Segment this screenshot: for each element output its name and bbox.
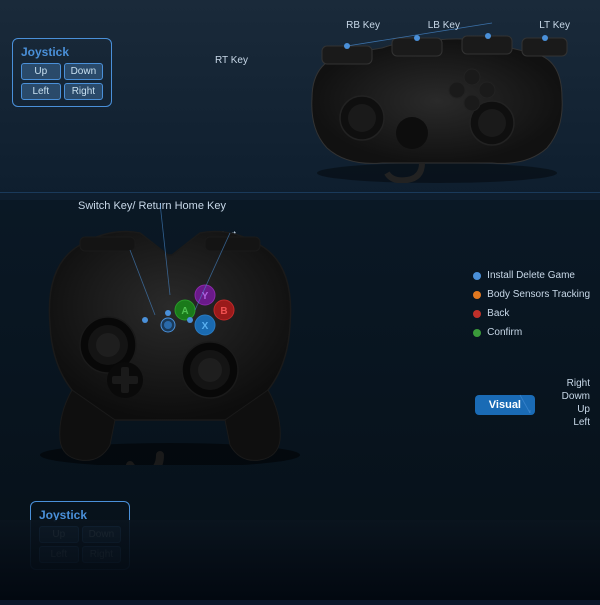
key-down-top: Down	[64, 63, 104, 80]
platform-base	[0, 520, 600, 600]
legend-body-label: Body Sensors Tracking	[487, 289, 590, 300]
joystick-box-top: Joystick Up Down Left Right	[12, 38, 112, 107]
right-label-right: Right	[567, 378, 590, 389]
dot-blue	[473, 272, 481, 280]
legend-install-label: Install Delete Game	[487, 270, 575, 281]
controller-top-view	[292, 18, 582, 183]
right-label-dowm: Dowm	[562, 391, 590, 402]
legend-install: Install Delete Game	[473, 270, 590, 281]
legend-confirm: Confirm	[473, 327, 590, 338]
legend-confirm-label: Confirm	[487, 327, 522, 338]
svg-text:A: A	[181, 306, 188, 317]
key-right-top: Right	[64, 83, 104, 100]
svg-text:B: B	[220, 306, 227, 317]
dot-orange	[473, 291, 481, 299]
rt-key-label: RT Key	[215, 55, 248, 66]
right-label-left: Left	[573, 417, 590, 428]
page: Joystick Up Down Left Right	[0, 0, 600, 600]
lb-key-label: LB Key	[428, 20, 460, 31]
joystick-top-keys: Up Down Left Right	[21, 63, 103, 100]
dot-red	[473, 310, 481, 318]
right-labels: Right Dowm Up Left	[562, 378, 590, 428]
key-left-top: Left	[21, 83, 61, 100]
key-up-top: Up	[21, 63, 61, 80]
divider	[0, 192, 600, 193]
legend-back-label: Back	[487, 308, 509, 319]
legend: Install Delete Game Body Sensors Trackin…	[473, 270, 590, 338]
svg-text:Y: Y	[202, 291, 209, 302]
dot-green	[473, 329, 481, 337]
rb-key-label: RB Key	[346, 20, 380, 31]
lt-key-label: LT Key	[539, 20, 570, 31]
svg-text:X: X	[202, 321, 209, 332]
legend-body: Body Sensors Tracking	[473, 289, 590, 300]
visual-button[interactable]: Visual	[475, 395, 535, 415]
controller-main-view: X B A Y	[20, 205, 320, 465]
legend-back: Back	[473, 308, 590, 319]
right-label-up: Up	[577, 404, 590, 415]
joystick-top-title: Joystick	[21, 45, 103, 59]
